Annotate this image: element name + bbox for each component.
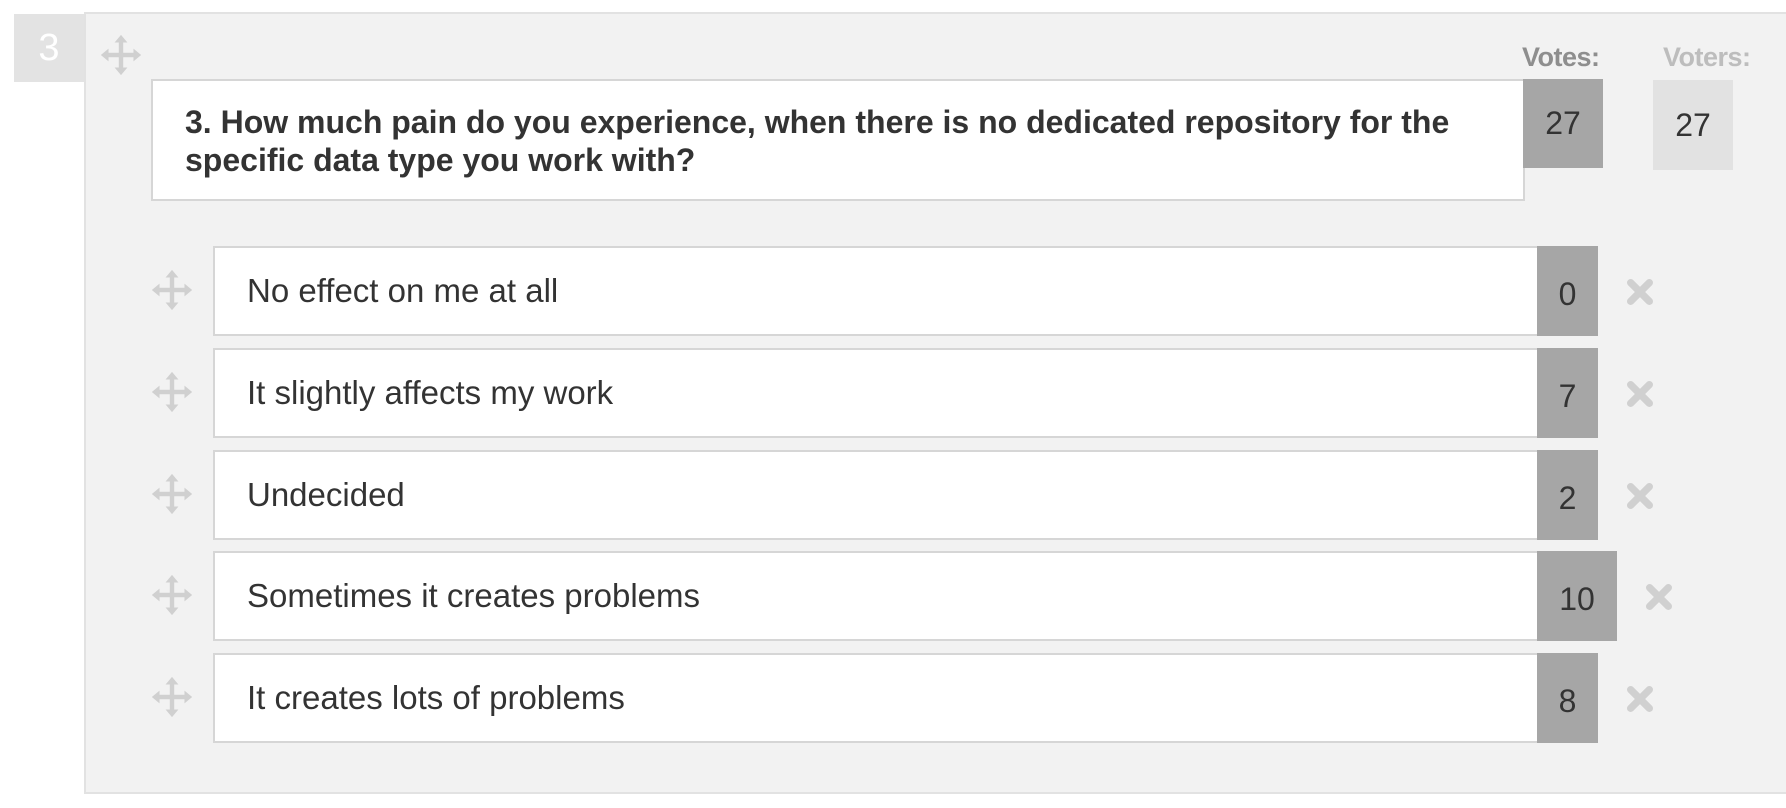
question-voters-count: 27 <box>1653 80 1733 170</box>
question-editor: 3 Votes: Voters: 3. How much pain do you… <box>0 0 1786 808</box>
delete-option-icon[interactable] <box>1624 683 1656 715</box>
answer-option-row: It slightly affects my work 7 <box>0 348 1786 438</box>
delete-option-icon[interactable] <box>1624 480 1656 512</box>
question-number-badge: 3 <box>14 14 84 82</box>
option-text-field[interactable]: Sometimes it creates problems <box>213 551 1539 641</box>
option-vote-count: 0 <box>1537 246 1598 336</box>
question-text-field[interactable]: 3. How much pain do you experience, when… <box>151 79 1525 201</box>
option-vote-count: 7 <box>1537 348 1598 438</box>
voters-label: Voters: <box>1663 42 1751 72</box>
answer-option-row: No effect on me at all 0 <box>0 246 1786 336</box>
option-drag-handle-icon[interactable] <box>150 675 194 719</box>
answer-option-row: Undecided 2 <box>0 450 1786 540</box>
delete-option-icon[interactable] <box>1624 276 1656 308</box>
option-vote-count: 8 <box>1537 653 1598 743</box>
option-text-field[interactable]: Undecided <box>213 450 1539 540</box>
option-vote-count: 10 <box>1537 551 1617 641</box>
answer-option-row: It creates lots of problems 8 <box>0 653 1786 743</box>
option-drag-handle-icon[interactable] <box>150 268 194 312</box>
option-vote-count: 2 <box>1537 450 1598 540</box>
option-text-field[interactable]: It creates lots of problems <box>213 653 1539 743</box>
delete-option-icon[interactable] <box>1624 378 1656 410</box>
option-text-field[interactable]: No effect on me at all <box>213 246 1539 336</box>
option-text-field[interactable]: It slightly affects my work <box>213 348 1539 438</box>
option-drag-handle-icon[interactable] <box>150 573 194 617</box>
delete-option-icon[interactable] <box>1643 581 1675 613</box>
option-drag-handle-icon[interactable] <box>150 370 194 414</box>
votes-label: Votes: <box>1522 42 1600 72</box>
question-votes-count: 27 <box>1523 79 1603 168</box>
answer-option-row: Sometimes it creates problems 10 <box>0 551 1786 641</box>
option-drag-handle-icon[interactable] <box>150 472 194 516</box>
question-drag-handle-icon[interactable] <box>99 33 143 77</box>
